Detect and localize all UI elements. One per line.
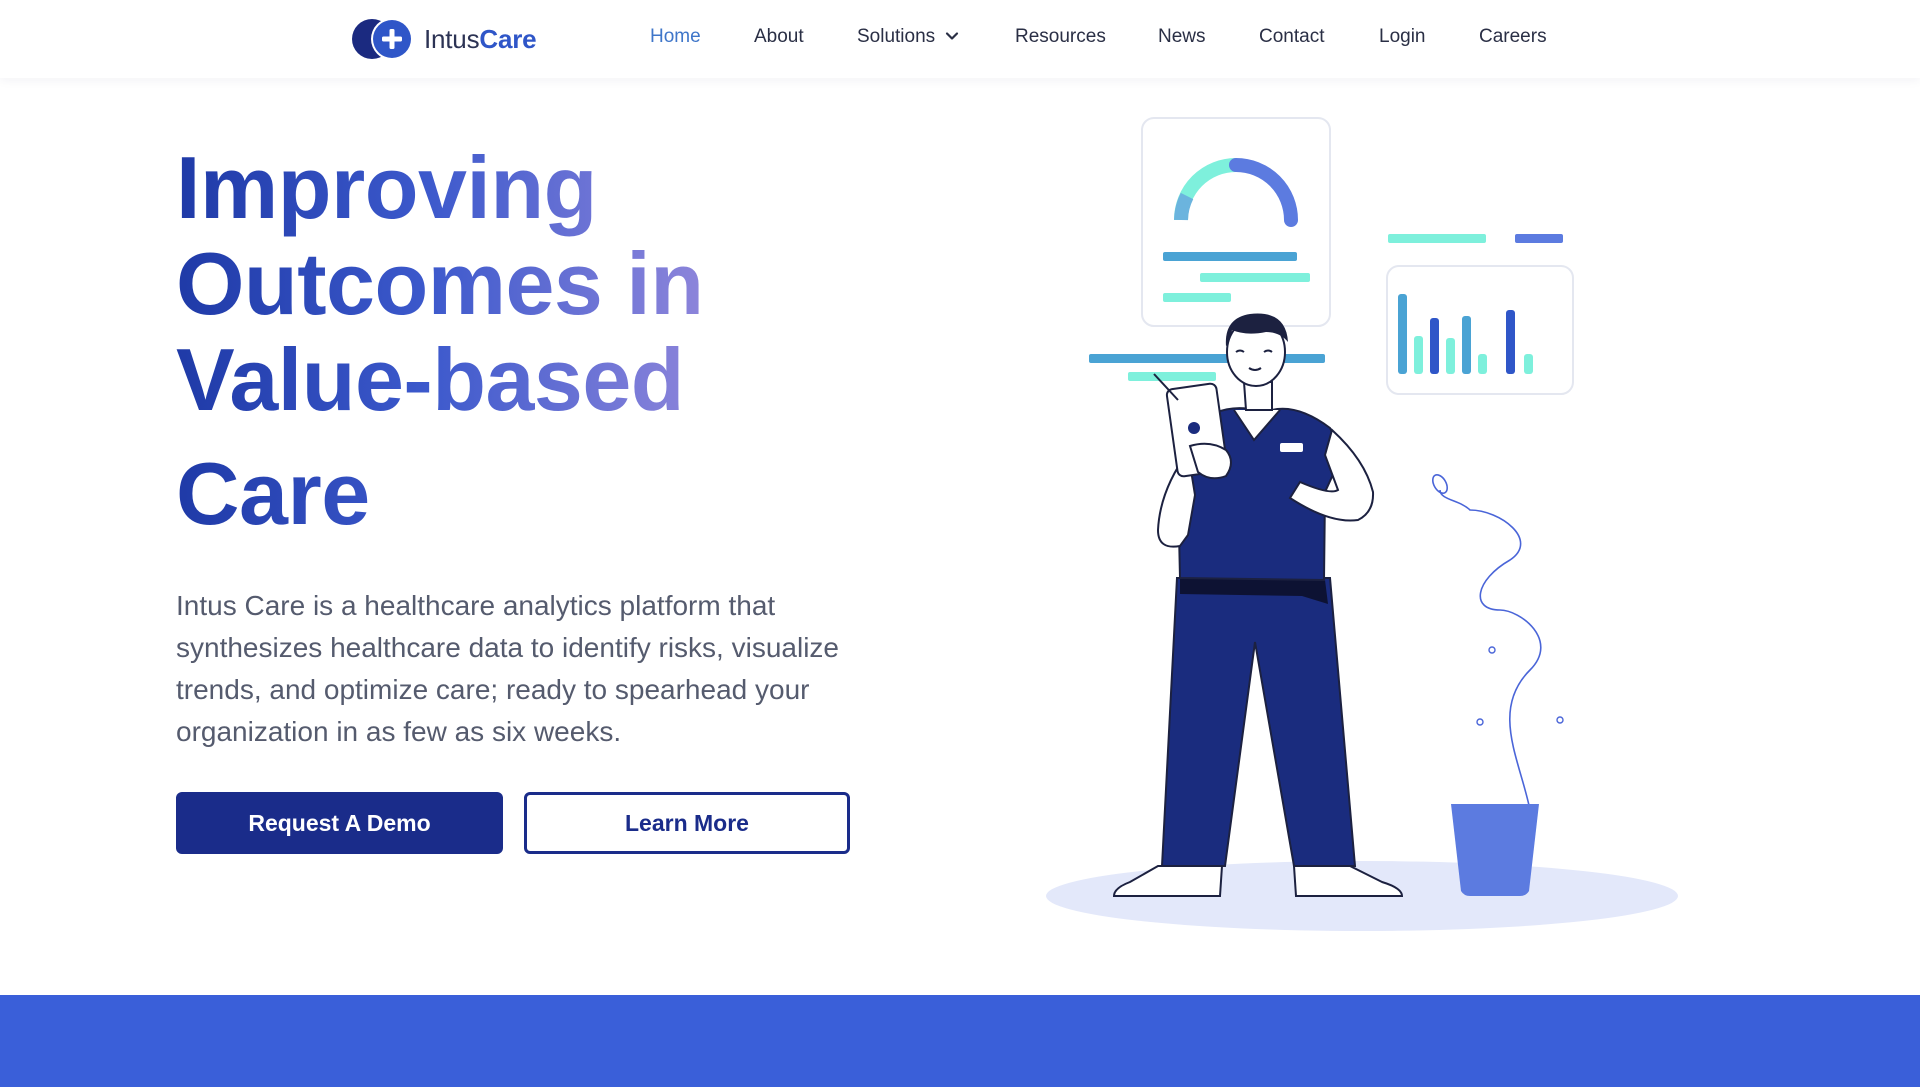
nav-home[interactable]: Home [650,26,701,48]
logo-text-bold: Care [479,23,537,54]
logo-wordmark: IntusCare [424,23,537,55]
hero-description: Intus Care is a healthcare analytics pla… [176,590,839,747]
learn-more-button[interactable]: Learn More [524,792,850,854]
nav-about[interactable]: About [754,26,804,48]
nav-resources[interactable]: Resources [1015,26,1106,48]
hero-title-line-3: Value-based [176,330,685,429]
chevron-down-icon [946,32,959,40]
hero-title-line-1: Improving [176,138,597,237]
nav-solutions-label: Solutions [857,26,936,47]
site-header: IntusCare Home About Solutions Resources… [0,0,1920,78]
section-band [0,995,1920,1087]
request-demo-button[interactable]: Request A Demo [176,792,503,854]
logo[interactable]: IntusCare [350,17,537,61]
nurse-illustration [1112,313,1404,897]
hero-title-line-2: Outcomes in [176,234,704,333]
nav-careers[interactable]: Careers [1479,26,1547,48]
hero-illustration [1046,117,1678,931]
bar-chart-card [1386,234,1574,395]
gauge-card [1141,117,1331,327]
hero-title-line-4: Care [176,444,370,543]
nav-solutions[interactable]: Solutions [857,26,959,48]
logo-text-regular: Intus [424,23,480,54]
hero-title: Improving Outcomes in Value-based Care [176,140,896,542]
gauge-arc-light [1174,192,1194,221]
nav-login[interactable]: Login [1379,26,1426,48]
nav-contact[interactable]: Contact [1259,26,1324,48]
nav-news[interactable]: News [1158,26,1206,48]
logo-mark-icon [352,18,413,60]
